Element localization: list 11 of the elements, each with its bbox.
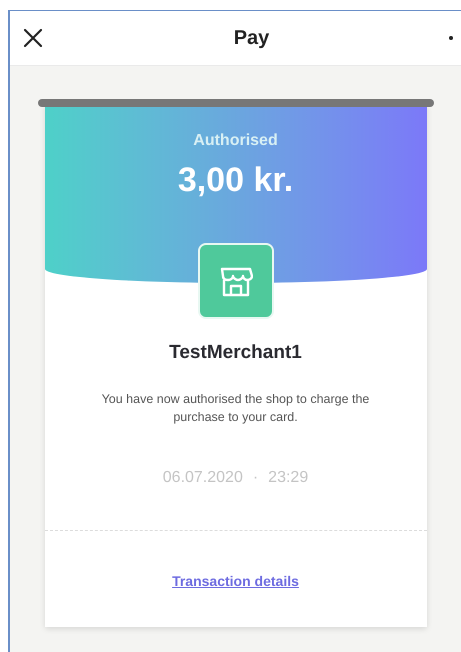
authorisation-message: You have now authorised the shop to charge the purchase to your card. (100, 390, 370, 426)
transaction-details-link[interactable]: Transaction details (172, 570, 299, 592)
separator-dot: · (252, 468, 258, 488)
amount-text: 3,00 kr. (178, 160, 294, 201)
status-label: Authorised (193, 131, 278, 151)
time-text: 23:29 (268, 468, 308, 488)
close-icon (23, 28, 43, 48)
header-title: Pay (234, 26, 270, 51)
merchant-name: TestMerchant1 (169, 341, 302, 365)
date-text: 06.07.2020 (162, 468, 243, 488)
shop-icon (218, 265, 252, 297)
